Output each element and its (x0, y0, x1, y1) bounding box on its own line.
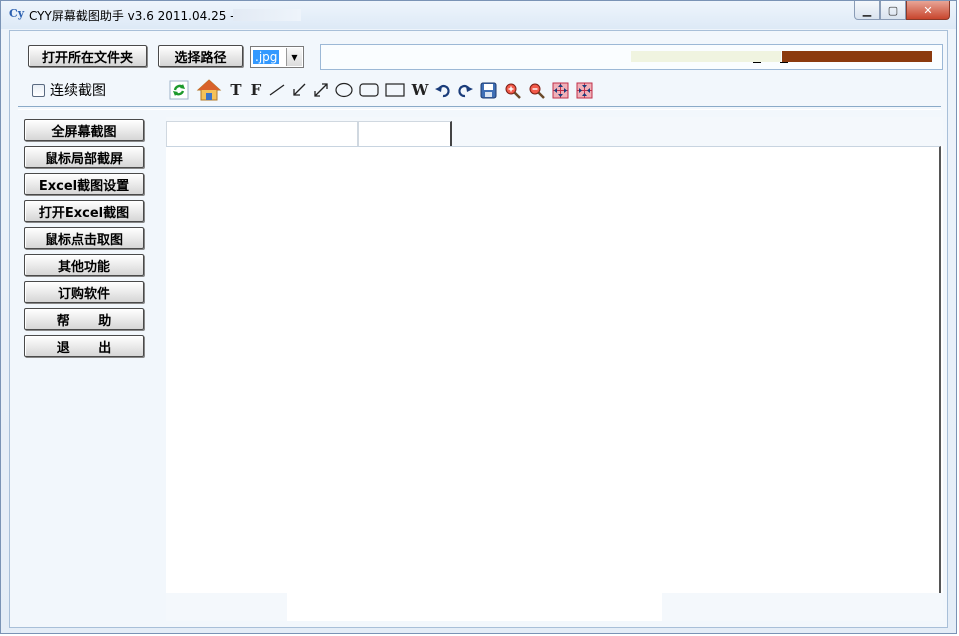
status-strip (166, 593, 943, 621)
region-capture-button[interactable]: 鼠标局部截屏 (24, 146, 144, 168)
text-f-icon[interactable]: F (248, 80, 264, 100)
double-arrow-icon[interactable] (312, 80, 330, 100)
home-icon[interactable] (194, 79, 224, 101)
zoom-in-icon[interactable] (502, 80, 522, 100)
save-icon[interactable] (478, 80, 498, 100)
function-sidebar: 全屏幕截图 鼠标局部截屏 Excel截图设置 打开Excel截图 鼠标点击取图 … (24, 119, 145, 362)
undo-icon[interactable] (434, 80, 452, 100)
help-button[interactable]: 帮 助 (24, 308, 144, 330)
text-t-icon[interactable]: T (228, 80, 244, 100)
tab-second[interactable] (358, 121, 452, 146)
text-w-icon[interactable]: W (410, 80, 430, 100)
path-redacted-bar (782, 51, 932, 62)
grid-expand-icon[interactable] (550, 80, 570, 100)
minimize-icon: ▁ (862, 3, 872, 17)
minimize-button[interactable]: ▁ (854, 1, 880, 20)
app-logo-icon: Cy (9, 7, 25, 20)
continuous-capture-option[interactable]: 连续截图 (32, 80, 106, 100)
maximize-button[interactable]: ▢ (880, 1, 906, 20)
open-folder-button[interactable]: 打开所在文件夹 (28, 45, 147, 67)
click-capture-button[interactable]: 鼠标点击取图 (24, 227, 144, 249)
tab-strip (166, 117, 943, 146)
rounded-rect-icon[interactable] (358, 80, 380, 100)
continuous-capture-checkbox[interactable] (32, 83, 45, 97)
rect-icon[interactable] (384, 80, 406, 100)
format-select[interactable]: .jpg ▼ (250, 46, 304, 68)
chevron-down-icon[interactable]: ▼ (286, 48, 302, 66)
window-title: CYY屏幕截图助手 v3.6 2011.04.25 - (29, 9, 235, 23)
fullscreen-capture-button[interactable]: 全屏幕截图 (24, 119, 144, 141)
other-functions-button[interactable]: 其他功能 (24, 254, 144, 276)
path-underscore (753, 62, 761, 63)
excel-capture-settings-button[interactable]: Excel截图设置 (24, 173, 144, 195)
close-button[interactable]: ✕ (906, 1, 950, 20)
format-selected-value: .jpg (253, 50, 280, 64)
window-controls: ▁ ▢ ✕ (854, 1, 950, 21)
maximize-icon: ▢ (887, 3, 899, 17)
purchase-button[interactable]: 订购软件 (24, 281, 144, 303)
zoom-out-icon[interactable] (526, 80, 546, 100)
continuous-capture-label: 连续截图 (50, 83, 106, 99)
client-area: 打开所在文件夹 选择路径 .jpg ▼ 连续截图 T F W 全屏幕截图 鼠标局… (9, 30, 948, 628)
ellipse-icon[interactable] (334, 80, 354, 100)
save-path-field[interactable] (320, 44, 943, 70)
path-underscore (780, 62, 788, 63)
choose-path-button[interactable]: 选择路径 (158, 45, 243, 67)
refresh-icon[interactable] (168, 80, 190, 100)
close-icon: ✕ (923, 3, 933, 17)
redo-icon[interactable] (456, 80, 474, 100)
capture-canvas-area (166, 117, 943, 593)
exit-button[interactable]: 退 出 (24, 335, 144, 357)
path-highlight (631, 51, 781, 62)
tab-first[interactable] (166, 121, 358, 146)
grid-shrink-icon[interactable] (574, 80, 594, 100)
arrow-icon[interactable] (290, 80, 308, 100)
title-redacted-area (233, 9, 301, 21)
line-icon[interactable] (268, 80, 286, 100)
status-panel (287, 593, 662, 621)
app-window: Cy CYY屏幕截图助手 v3.6 2011.04.25 - ▁ ▢ ✕ 打开所… (0, 0, 957, 634)
drawing-toolbar: T F W (168, 79, 598, 101)
image-canvas[interactable] (166, 146, 941, 593)
open-excel-capture-button[interactable]: 打开Excel截图 (24, 200, 144, 222)
title-bar[interactable]: Cy CYY屏幕截图助手 v3.6 2011.04.25 - ▁ ▢ ✕ (1, 1, 956, 29)
toolbar-divider (18, 106, 941, 110)
